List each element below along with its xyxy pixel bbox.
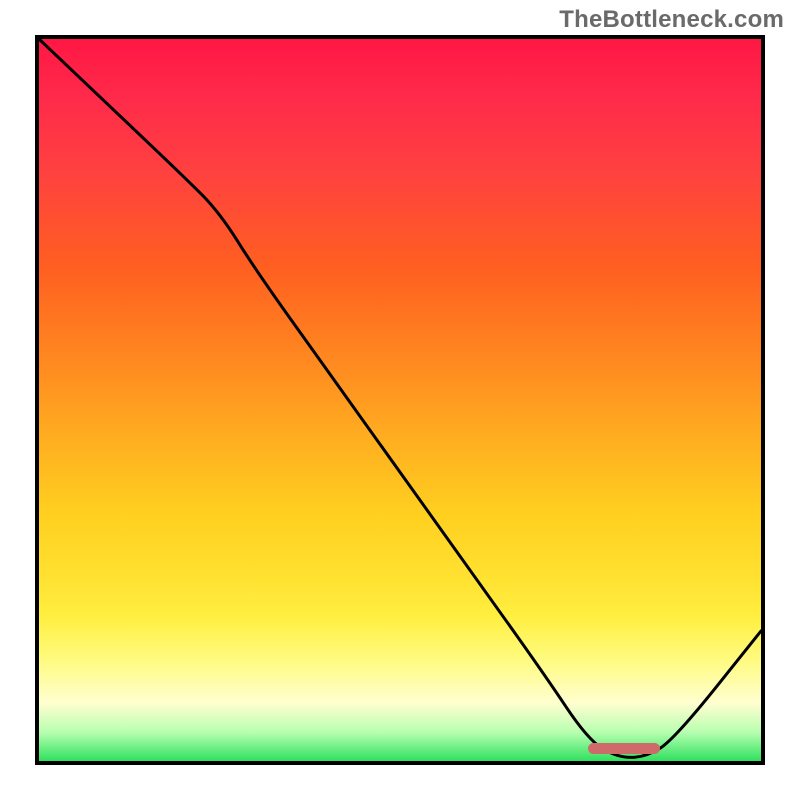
bottleneck-curve [39, 39, 761, 761]
curve-path [39, 39, 761, 757]
plot-area [35, 35, 765, 765]
chart-figure: TheBottleneck.com [0, 0, 800, 800]
watermark-text: TheBottleneck.com [559, 6, 784, 34]
optimal-range-marker [588, 743, 660, 755]
